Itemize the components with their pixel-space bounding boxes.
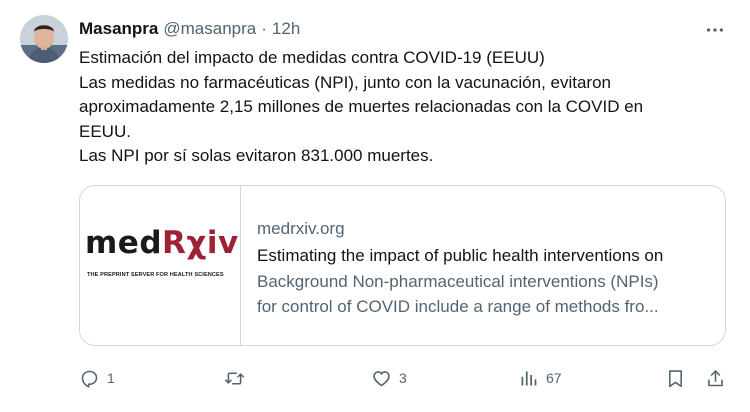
like-count: 3 <box>399 370 407 386</box>
separator-dot: · <box>261 19 267 38</box>
tweet-header: Masanpra @masanpra · 12h <box>79 18 300 40</box>
reply-button[interactable]: 1 <box>79 362 115 394</box>
tweet-text-line: aproximadamente 2,15 millones de muertes… <box>79 97 644 116</box>
share-icon <box>708 369 723 386</box>
tweet-text-line: Las medidas no farmacéuticas (NPI), junt… <box>79 72 611 92</box>
reply-icon <box>81 370 98 388</box>
tweet[interactable]: Masanpra @masanpra · 12h Estimación del … <box>0 0 750 412</box>
avatar[interactable] <box>20 15 68 63</box>
card-description: Background Non-pharmaceutical interventi… <box>257 270 725 319</box>
tweet-text-line: EEUU. <box>79 121 131 141</box>
author-handle[interactable]: @masanpra <box>163 19 256 39</box>
card-title: Estimating the impact of public health i… <box>257 246 664 265</box>
views-count: 67 <box>546 370 562 386</box>
heart-icon <box>373 370 390 386</box>
author-name[interactable]: Masanpra <box>79 19 158 39</box>
bookmark-icon <box>669 369 682 387</box>
link-preview-card[interactable]: medRχiv THE PREPRINT SERVER FOR HEALTH S… <box>79 185 726 346</box>
bookmark-button[interactable] <box>665 362 686 394</box>
tweet-text: Estimación del impacto de medidas contra… <box>79 46 729 169</box>
card-description-line: Background Non-pharmaceutical interventi… <box>257 272 659 291</box>
medrxiv-logo: medRχiv <box>85 225 239 261</box>
retweet-button[interactable] <box>224 362 252 394</box>
tweet-text-line: Estimación del impacto de medidas contra… <box>79 48 545 67</box>
more-horizontal-icon <box>706 28 724 32</box>
tweet-text-line: Las NPI por sí solas evitaron 831.000 mu… <box>79 146 434 165</box>
card-thumbnail[interactable]: medRχiv THE PREPRINT SERVER FOR HEALTH S… <box>80 186 241 345</box>
timestamp[interactable]: 12h <box>272 19 300 39</box>
card-description-line: for control of COVID include a range of … <box>257 296 659 316</box>
views-icon <box>521 371 537 385</box>
reply-count: 1 <box>107 370 115 386</box>
action-bar: 1 3 67 <box>0 362 750 394</box>
card-body[interactable]: medrxiv.org Estimating the impact of pub… <box>241 186 725 345</box>
more-options-button[interactable] <box>700 18 730 42</box>
card-domain: medrxiv.org <box>257 219 345 238</box>
views-button[interactable]: 67 <box>518 362 562 394</box>
like-button[interactable]: 3 <box>371 362 407 394</box>
share-button[interactable] <box>705 362 726 394</box>
retweet-icon <box>224 371 245 385</box>
logo-tagline: THE PREPRINT SERVER FOR HEALTH SCIENCES <box>87 272 224 278</box>
